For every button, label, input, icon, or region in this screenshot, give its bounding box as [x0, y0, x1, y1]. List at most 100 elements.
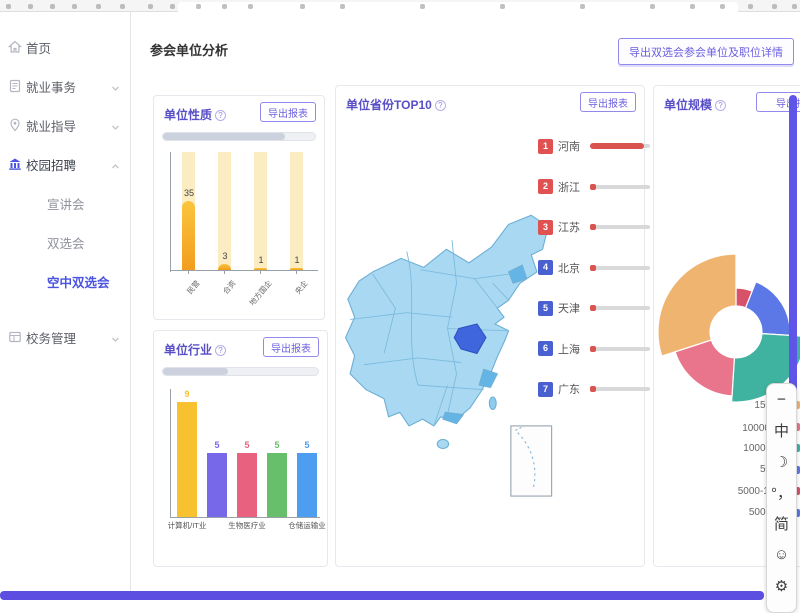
datazoom-thumb[interactable]	[163, 368, 228, 375]
toolbar-icon-remnant	[196, 4, 201, 9]
rank-bar-track	[590, 144, 650, 148]
panel-unit-nature: 单位性质? 导出报表 35民营3合资1地方国企1央企	[153, 95, 325, 320]
rank-row[interactable]: 1河南	[538, 138, 650, 154]
x-axis-label: 计算机/IT业	[167, 521, 207, 530]
toolbar-icon-remnant	[222, 4, 227, 9]
toolbar-icon-remnant	[340, 4, 345, 9]
rank-bar-value	[590, 305, 596, 311]
rank-bar-value	[590, 224, 596, 230]
panel-unit-industry-title: 单位行业?	[164, 341, 226, 358]
sidebar-subitem-item[interactable]: 双选会	[0, 229, 130, 255]
sidebar-subitem-item[interactable]: 宣讲会	[0, 190, 130, 216]
rank-row[interactable]: 4北京	[538, 260, 650, 276]
rank-badge: 5	[538, 301, 553, 316]
toolbar-icon-remnant	[120, 4, 125, 9]
bar-value-label: 5	[244, 440, 249, 450]
im-emoji-icon[interactable]: ☺	[767, 539, 796, 570]
bar-value-label: 9	[184, 389, 189, 399]
bar-value-label: 35	[184, 188, 194, 198]
rank-row[interactable]: 7广东	[538, 381, 650, 397]
im-chinese-mode-icon[interactable]: 中	[767, 415, 796, 446]
toolbar-icon-remnant	[6, 4, 11, 9]
value-bar[interactable]	[297, 453, 317, 517]
y-axis-line	[170, 389, 171, 518]
toolbar-icon-remnant	[720, 4, 725, 9]
vertical-scrollbar-thumb[interactable]	[789, 95, 797, 430]
sidebar-subitem-active[interactable]: 空中双选会	[0, 268, 130, 294]
sidebar-item-label: 就业事务	[26, 77, 76, 96]
province-name: 江苏	[558, 219, 584, 235]
rank-bar-track	[590, 225, 650, 229]
rank-row[interactable]: 5天津	[538, 300, 650, 316]
im-settings-gear-icon[interactable]: ⚙	[767, 570, 796, 601]
province-name: 河南	[558, 138, 584, 154]
background-column	[254, 152, 267, 270]
sidebar-item-2[interactable]: 就业事务	[0, 73, 130, 99]
help-icon[interactable]: ?	[215, 110, 226, 121]
im-minimize-icon[interactable]: −	[767, 384, 796, 415]
sidebar-item-5[interactable]: 校务管理	[0, 324, 130, 350]
datazoom-thumb[interactable]	[163, 133, 285, 140]
sidebar-item-label: 就业指导	[26, 116, 76, 135]
sidebar-item-4[interactable]: 校园招聘	[0, 151, 130, 177]
toolbar-icon-remnant	[500, 4, 505, 9]
rank-bar-value	[590, 143, 644, 149]
toolbar-icon-remnant	[650, 4, 655, 9]
rank-row[interactable]: 3 江苏	[538, 219, 650, 235]
rank-badge: 6	[538, 341, 553, 356]
im-simplified-chinese-icon[interactable]: 简	[767, 508, 796, 539]
sidebar-item-label: 首页	[26, 38, 51, 57]
value-bar[interactable]	[177, 402, 197, 517]
main-content: 参会单位分析 导出双选会参会单位及职位详情 单位性质? 导出报表 35民营3合资…	[132, 12, 800, 600]
sidebar: 首页就业事务就业指导校园招聘宣讲会双选会空中双选会校务管理	[0, 12, 131, 600]
rank-bar-track	[590, 266, 650, 270]
datazoom-slider[interactable]	[162, 367, 319, 376]
browser-toolbar-remnant	[0, 0, 800, 12]
rank-bar-value	[590, 265, 596, 271]
im-punctuation-mode-icon[interactable]: °，	[767, 477, 796, 508]
toolbar-icon-remnant	[420, 4, 425, 9]
toolbar-icon-remnant	[748, 4, 753, 9]
chevron-up-icon	[111, 160, 120, 169]
rank-row[interactable]: 6 上海	[538, 341, 650, 357]
toolbar-icon-remnant	[248, 4, 253, 9]
toolbar-icon-remnant	[96, 4, 101, 9]
export-report-button[interactable]: 导出报表	[263, 337, 319, 357]
x-axis-tick	[296, 270, 297, 274]
bar-value-label: 1	[294, 255, 299, 265]
toolbar-icon-remnant	[300, 4, 305, 9]
value-bar[interactable]	[182, 201, 195, 270]
help-icon[interactable]: ?	[435, 100, 446, 111]
rank-badge: 4	[538, 260, 553, 275]
bar-value-label: 5	[274, 440, 279, 450]
rank-badge: 7	[538, 382, 553, 397]
im-half-fullwidth-moon-icon[interactable]: ☽	[767, 446, 796, 477]
horizontal-scrollbar-thumb[interactable]	[0, 591, 764, 600]
export-report-button[interactable]: 导出报表	[580, 92, 636, 112]
help-icon[interactable]: ?	[215, 345, 226, 356]
rank-bar-value	[590, 346, 596, 352]
value-bar[interactable]	[267, 453, 287, 517]
help-icon[interactable]: ?	[715, 100, 726, 111]
toolbar-icon-remnant	[792, 4, 797, 9]
bar-value-label: 3	[222, 251, 227, 261]
sidebar-item-3[interactable]: 就业指导	[0, 112, 130, 138]
panel-unit-nature-title: 单位性质?	[164, 106, 226, 123]
campus-building-icon	[8, 157, 22, 171]
toolbar-icon-remnant	[690, 4, 695, 9]
value-bar[interactable]	[207, 453, 227, 517]
toolbar-icon-remnant	[72, 4, 77, 9]
x-axis-label: 生物医疗业	[227, 521, 267, 530]
export-units-positions-button[interactable]: 导出双选会参会单位及职位详情	[618, 38, 794, 65]
datazoom-slider[interactable]	[162, 132, 316, 141]
sidebar-item-1[interactable]: 首页	[0, 34, 130, 60]
x-axis-label: 民营	[184, 278, 202, 297]
rank-badge: 3	[538, 220, 553, 235]
province-name: 浙江	[558, 179, 584, 195]
export-report-button[interactable]: 导出报表	[260, 102, 316, 122]
rank-row[interactable]: 2浙江	[538, 179, 650, 195]
china-map[interactable]	[338, 204, 566, 504]
province-name: 上海	[558, 341, 584, 357]
value-bar[interactable]	[237, 453, 257, 517]
chevron-down-icon	[111, 333, 120, 342]
